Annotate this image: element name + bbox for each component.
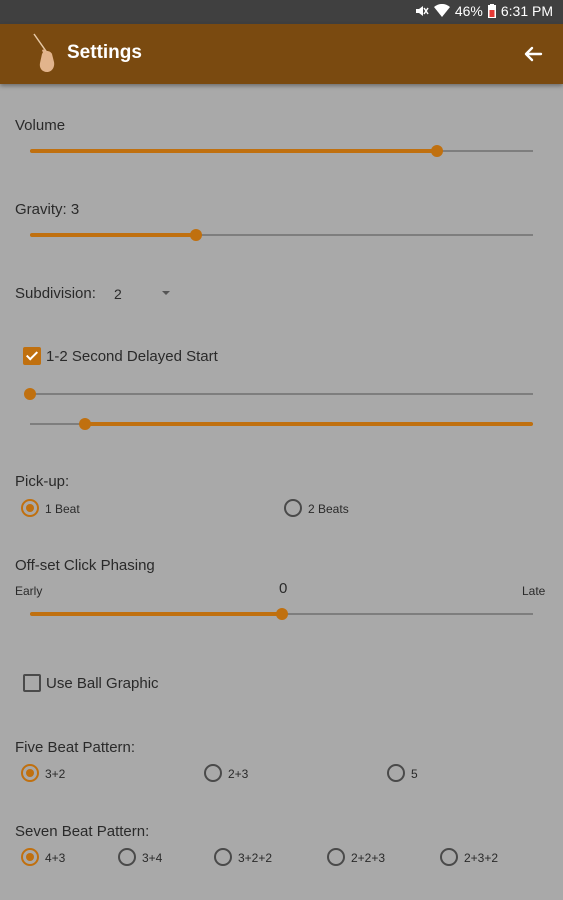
seven-beat-option-label[interactable]: 2+3+2	[464, 851, 498, 865]
seven-beat-radio-2-3-2[interactable]	[440, 848, 458, 866]
back-arrow-icon[interactable]	[521, 42, 545, 66]
offset-value: 0	[279, 580, 288, 597]
conductor-hand-logo-icon	[30, 32, 62, 76]
app-bar: Settings	[0, 24, 563, 84]
seven-beat-option-label[interactable]: 2+2+3	[351, 851, 385, 865]
five-beat-radio-2-3[interactable]	[204, 764, 222, 782]
subdivision-label: Subdivision:	[15, 285, 96, 302]
delay-min-slider[interactable]	[24, 384, 533, 404]
delay-max-slider-thumb[interactable]	[79, 418, 91, 430]
five-beat-radio-3-2[interactable]	[21, 764, 39, 782]
ball-graphic-label[interactable]: Use Ball Graphic	[46, 675, 159, 692]
gravity-label: Gravity: 3	[15, 201, 80, 218]
five-beat-option-label[interactable]: 5	[411, 767, 418, 781]
seven-beat-radio-3-2-2[interactable]	[214, 848, 232, 866]
battery-icon	[487, 4, 496, 18]
pickup-radio-2-beats[interactable]	[284, 499, 302, 517]
five-beat-label: Five Beat Pattern:	[15, 739, 136, 756]
delayed-start-checkbox[interactable]	[23, 347, 41, 365]
wifi-icon	[433, 4, 450, 18]
pickup-option-label[interactable]: 2 Beats	[308, 502, 349, 516]
offset-slider[interactable]	[30, 604, 533, 624]
pickup-label: Pick-up:	[15, 473, 70, 490]
five-beat-option-label[interactable]: 3+2	[45, 767, 65, 781]
offset-label: Off-set Click Phasing	[15, 557, 155, 574]
subdivision-dropdown[interactable]: 2	[110, 281, 176, 305]
mute-icon	[415, 4, 429, 18]
subdivision-value: 2	[114, 286, 122, 302]
volume-slider[interactable]	[30, 141, 533, 161]
pickup-radio-1-beat[interactable]	[21, 499, 39, 517]
five-beat-option-label[interactable]: 2+3	[228, 767, 248, 781]
seven-beat-radio-4-3[interactable]	[21, 848, 39, 866]
delayed-start-label[interactable]: 1-2 Second Delayed Start	[46, 348, 218, 365]
battery-percent: 46%	[454, 3, 483, 19]
seven-beat-radio-3-4[interactable]	[118, 848, 136, 866]
offset-slider-thumb[interactable]	[276, 608, 288, 620]
offset-late-label: Late	[522, 584, 546, 598]
page-title: Settings	[67, 42, 142, 63]
seven-beat-option-label[interactable]: 3+2+2	[238, 851, 272, 865]
seven-beat-radio-2-2-3[interactable]	[327, 848, 345, 866]
delay-min-slider-thumb[interactable]	[24, 388, 36, 400]
seven-beat-option-label[interactable]: 3+4	[142, 851, 162, 865]
offset-early-label: Early	[15, 584, 43, 598]
volume-label: Volume	[15, 117, 66, 134]
pickup-option-label[interactable]: 1 Beat	[45, 502, 80, 516]
volume-slider-thumb[interactable]	[431, 145, 443, 157]
clock: 6:31 PM	[500, 3, 553, 19]
seven-beat-option-label[interactable]: 4+3	[45, 851, 65, 865]
five-beat-radio-5[interactable]	[387, 764, 405, 782]
seven-beat-label: Seven Beat Pattern:	[15, 823, 150, 840]
dropdown-arrow-icon	[162, 291, 170, 295]
delay-max-slider[interactable]	[30, 414, 533, 434]
ball-graphic-checkbox[interactable]	[23, 674, 41, 692]
gravity-slider[interactable]	[30, 225, 533, 245]
gravity-slider-thumb[interactable]	[190, 229, 202, 241]
status-bar: 46% 6:31 PM	[0, 0, 563, 24]
